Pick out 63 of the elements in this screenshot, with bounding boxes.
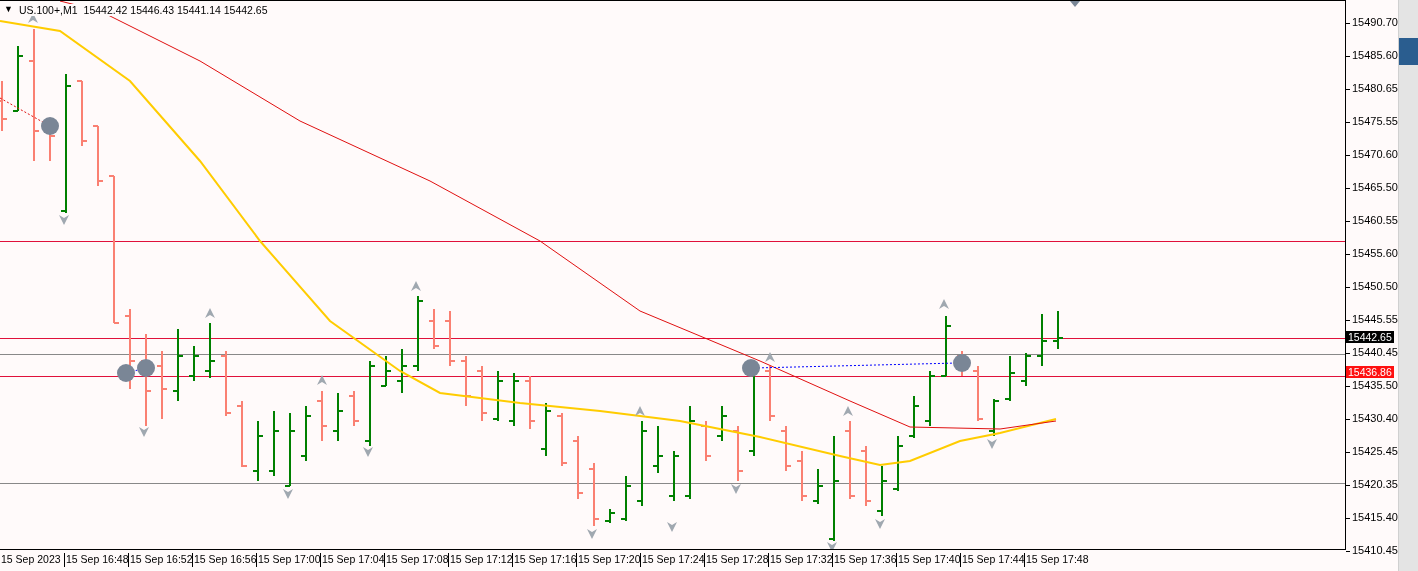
trade-marker-icon — [117, 364, 135, 382]
price-label: 15445.55 — [1352, 313, 1398, 325]
arrow-down-icon — [1070, 1, 1080, 7]
time-label: 15 Sep 17:16 — [514, 553, 577, 565]
time-label: 15 Sep 17:36 — [834, 553, 897, 565]
arrow-down-icon — [667, 522, 677, 532]
price-label: 15440.45 — [1352, 346, 1398, 358]
symbol-label: US.100+,M1 — [18, 4, 78, 16]
time-label: 15 Sep 2023 — [1, 553, 61, 565]
quote-label: 15442.42 15446.43 15441.14 15442.65 — [83, 4, 268, 16]
arrow-up-icon — [205, 308, 215, 318]
price-label: 15485.60 — [1352, 49, 1398, 61]
price-label: 15415.40 — [1352, 511, 1398, 523]
arrow-down-icon — [283, 489, 293, 499]
trade-marker-icon — [137, 359, 155, 377]
arrow-down-icon — [59, 215, 69, 225]
arrow-up-icon — [317, 375, 327, 385]
price-label: 15470.60 — [1352, 148, 1398, 160]
price-label: 15490.70 — [1352, 16, 1398, 28]
time-label: 15 Sep 17:40 — [898, 553, 961, 565]
trade-marker-icon — [742, 359, 760, 377]
time-label: 15 Sep 17:04 — [322, 553, 385, 565]
arrow-down-icon — [827, 542, 837, 549]
menu-arrow[interactable]: ▼ — [4, 4, 13, 16]
price-label: 15430.40 — [1352, 412, 1398, 424]
arrow-up-icon — [411, 281, 421, 291]
time-label: 15 Sep 17:20 — [578, 553, 641, 565]
time-label: 15 Sep 16:56 — [194, 553, 257, 565]
arrow-down-icon — [731, 484, 741, 494]
arrow-down-icon — [875, 519, 885, 529]
time-label: 15 Sep 17:00 — [258, 553, 321, 565]
arrow-down-icon — [587, 529, 597, 539]
time-label: 15 Sep 17:08 — [386, 553, 449, 565]
price-label: 15450.50 — [1352, 280, 1398, 292]
price-label: 15460.55 — [1352, 214, 1398, 226]
trade-marker-icon — [41, 117, 59, 135]
trade-marker-icon — [953, 354, 971, 372]
price-label: 15435.50 — [1352, 379, 1398, 391]
arrow-up-icon — [635, 406, 645, 416]
time-label: 15 Sep 16:48 — [66, 553, 129, 565]
price-label: 15420.35 — [1352, 478, 1398, 490]
time-label: 15 Sep 17:32 — [770, 553, 833, 565]
time-label: 15 Sep 17:28 — [706, 553, 769, 565]
price-tag: 15442.65 — [1346, 331, 1394, 343]
arrow-up-icon — [939, 299, 949, 309]
price-label: 15410.45 — [1352, 544, 1398, 556]
time-label: 15 Sep 17:44 — [962, 553, 1025, 565]
side-panel-button[interactable] — [1399, 38, 1418, 65]
price-label: 15465.50 — [1352, 181, 1398, 193]
arrow-up-icon — [765, 352, 775, 362]
time-label: 15 Sep 17:24 — [642, 553, 705, 565]
arrow-down-icon — [987, 439, 997, 449]
price-label: 15480.65 — [1352, 82, 1398, 94]
price-label: 15475.55 — [1352, 115, 1398, 127]
time-label: 15 Sep 17:12 — [450, 553, 513, 565]
arrow-down-icon — [139, 427, 149, 437]
price-label: 15455.60 — [1352, 247, 1398, 259]
price-label: 15425.45 — [1352, 445, 1398, 457]
time-label: 15 Sep 17:48 — [1026, 553, 1089, 565]
time-label: 15 Sep 16:52 — [130, 553, 193, 565]
arrow-down-icon — [363, 447, 373, 457]
price-tag: 15436.86 — [1346, 366, 1394, 378]
arrow-up-icon — [843, 406, 853, 416]
